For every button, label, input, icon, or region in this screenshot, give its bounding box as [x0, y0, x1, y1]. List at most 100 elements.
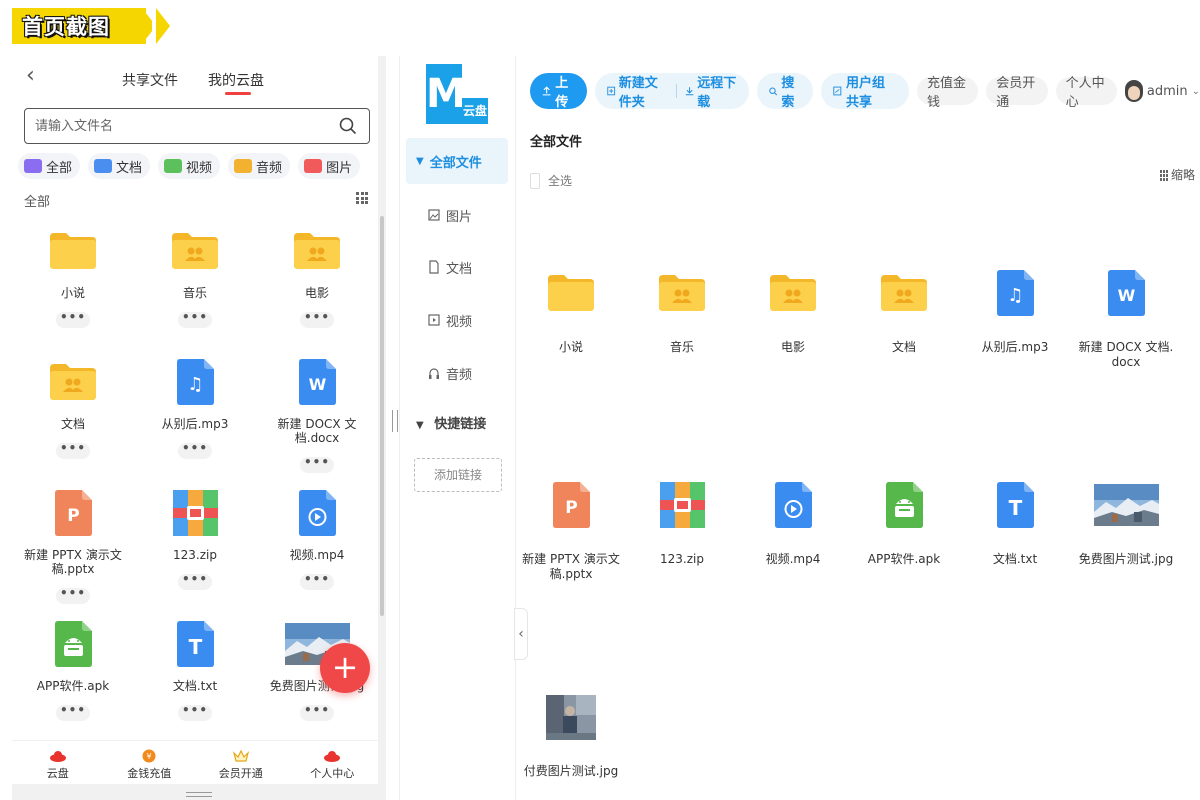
profile-button[interactable]: 个人中心 — [1055, 76, 1117, 110]
user-menu[interactable]: admin ⌄ — [1124, 80, 1200, 102]
file-item[interactable]: APP软件.apk — [849, 478, 959, 567]
file-item[interactable]: 电影 ••• — [256, 226, 378, 328]
group-share-button[interactable]: 用户组共享 — [821, 73, 909, 110]
file-item[interactable]: 电影 — [738, 266, 848, 355]
sidebar-item-audio[interactable]: 音频 — [406, 350, 508, 396]
zip-file-icon — [627, 478, 737, 532]
mobile-search-input[interactable] — [25, 109, 325, 143]
more-options-button[interactable]: ••• — [56, 311, 90, 328]
file-item[interactable]: P 新建 PPTX 演示文稿.pptx — [516, 478, 626, 582]
file-name: 文档 — [60, 417, 85, 431]
thumbnail-view-toggle[interactable]: 缩略 — [1160, 166, 1195, 183]
more-options-button[interactable]: ••• — [178, 573, 212, 590]
file-item[interactable]: T 文档.txt — [960, 478, 1070, 567]
file-item[interactable]: W 新建 DOCX 文档.docx ••• — [256, 357, 378, 473]
tab-shared-files[interactable]: 共享文件 — [122, 70, 178, 90]
sidebar-group-quick-links[interactable]: ▼ 快捷链接 — [416, 413, 486, 432]
file-item[interactable]: 小说 ••• — [12, 226, 134, 328]
add-fab-button[interactable]: + — [320, 643, 370, 693]
file-name: APP软件.apk — [867, 552, 941, 566]
more-options-button[interactable]: ••• — [56, 442, 90, 459]
more-options-button[interactable]: ••• — [56, 704, 90, 721]
file-item[interactable]: 视频.mp4 — [738, 478, 848, 567]
nav-profile[interactable]: 个人中心 — [287, 741, 379, 784]
caret-down-icon: ▼ — [416, 420, 424, 431]
file-item[interactable]: 123.zip ••• — [134, 488, 256, 590]
file-item[interactable]: 文档 — [849, 266, 959, 355]
more-options-button[interactable]: ••• — [300, 311, 334, 328]
new-folder-icon — [607, 86, 616, 96]
sidebar-collapse-button[interactable]: ‹ — [514, 608, 528, 660]
music-file-icon: ♫ — [134, 357, 256, 407]
remote-download-button[interactable]: 远程下载 — [685, 72, 737, 110]
file-item[interactable]: 文档 ••• — [12, 357, 134, 459]
search-button[interactable]: 搜索 — [756, 73, 814, 110]
file-item[interactable]: T 文档.txt ••• — [134, 619, 256, 721]
sidebar-item-images[interactable]: 图片 — [406, 192, 508, 238]
resize-handle-icon[interactable] — [186, 792, 212, 797]
grid-view-icon — [1160, 169, 1169, 181]
search-icon[interactable] — [339, 117, 357, 135]
sidebar-item-all-files[interactable]: ▼ 全部文件 — [406, 138, 508, 184]
sidebar-item-videos[interactable]: 视频 — [406, 297, 508, 343]
more-options-button[interactable]: ••• — [300, 573, 334, 590]
category-document[interactable]: 文档 — [88, 153, 151, 179]
image-thumbnail-icon — [1071, 478, 1181, 532]
recharge-button[interactable]: 充值金钱 — [916, 76, 979, 110]
file-item[interactable]: APP软件.apk ••• — [12, 619, 134, 721]
category-audio[interactable]: 音频 — [228, 153, 291, 179]
mobile-preview: ‹ 共享文件 我的云盘 全部 文档 视频 音频 图片 全部 小说••• 音乐• — [12, 56, 400, 800]
video-icon — [428, 314, 440, 326]
file-item[interactable]: 小说 — [516, 266, 626, 355]
video-icon — [164, 159, 183, 173]
more-options-button[interactable]: ••• — [178, 442, 212, 459]
more-options-button[interactable]: ••• — [178, 311, 212, 328]
file-item[interactable]: ♫ 从别后.mp3 ••• — [134, 357, 256, 459]
add-link-button[interactable]: 添加链接 — [414, 458, 502, 492]
section-label: 全部 — [24, 195, 51, 210]
upload-button[interactable]: 上传 — [530, 73, 588, 110]
category-video[interactable]: 视频 — [158, 153, 221, 179]
select-all-checkbox[interactable]: 全选 — [530, 172, 572, 189]
svg-text:♫: ♫ — [187, 374, 203, 395]
headphones-icon — [429, 368, 439, 379]
file-item[interactable]: ♫ 从别后.mp3 — [960, 266, 1070, 355]
nav-cloud[interactable]: 云盘 — [12, 741, 104, 784]
more-options-button[interactable]: ••• — [56, 587, 90, 604]
mobile-scrollbar-thumb[interactable] — [380, 216, 384, 616]
image-icon — [304, 159, 323, 173]
banner-title: 首页截图 — [22, 15, 110, 39]
more-options-button[interactable]: ••• — [300, 456, 334, 473]
tab-my-cloud[interactable]: 我的云盘 — [208, 70, 264, 95]
membership-button[interactable]: 会员开通 — [986, 76, 1048, 110]
nav-membership[interactable]: 会员开通 — [195, 741, 287, 784]
file-item[interactable]: 付费图片测试.jpg — [516, 690, 626, 779]
back-icon[interactable]: ‹ — [26, 65, 46, 90]
category-image[interactable]: 图片 — [298, 153, 361, 179]
panel-splitter[interactable] — [392, 410, 398, 432]
file-item[interactable]: 音乐 ••• — [134, 226, 256, 328]
sidebar-item-documents[interactable]: 文档 — [406, 244, 508, 290]
file-item[interactable]: 123.zip — [627, 478, 737, 567]
nav-recharge[interactable]: ¥ 金钱充值 — [104, 741, 196, 784]
file-item[interactable]: 音乐 — [627, 266, 737, 355]
file-item[interactable]: P 新建 PPTX 演示文稿.pptx ••• — [12, 488, 134, 604]
user-icon — [323, 749, 341, 763]
file-name: 小说 — [558, 340, 583, 354]
android-file-icon — [12, 619, 134, 669]
crown-icon — [232, 749, 250, 763]
svg-text:¥: ¥ — [147, 752, 152, 761]
image-icon — [428, 209, 440, 221]
file-name: 文档.txt — [172, 679, 218, 693]
grid-view-icon[interactable] — [356, 192, 368, 204]
file-item[interactable]: W 新建 DOCX 文档.docx — [1071, 266, 1181, 370]
more-options-button[interactable]: ••• — [178, 704, 212, 721]
text-file-icon: T — [134, 619, 256, 669]
video-file-icon — [738, 478, 848, 532]
zip-file-icon — [134, 488, 256, 538]
file-item[interactable]: 免费图片测试.jpg — [1071, 478, 1181, 567]
file-item[interactable]: 视频.mp4 ••• — [256, 488, 378, 590]
new-folder-button[interactable]: 新建文件夹 — [607, 72, 668, 110]
more-options-button[interactable]: ••• — [300, 704, 334, 721]
category-all[interactable]: 全部 — [18, 153, 81, 179]
